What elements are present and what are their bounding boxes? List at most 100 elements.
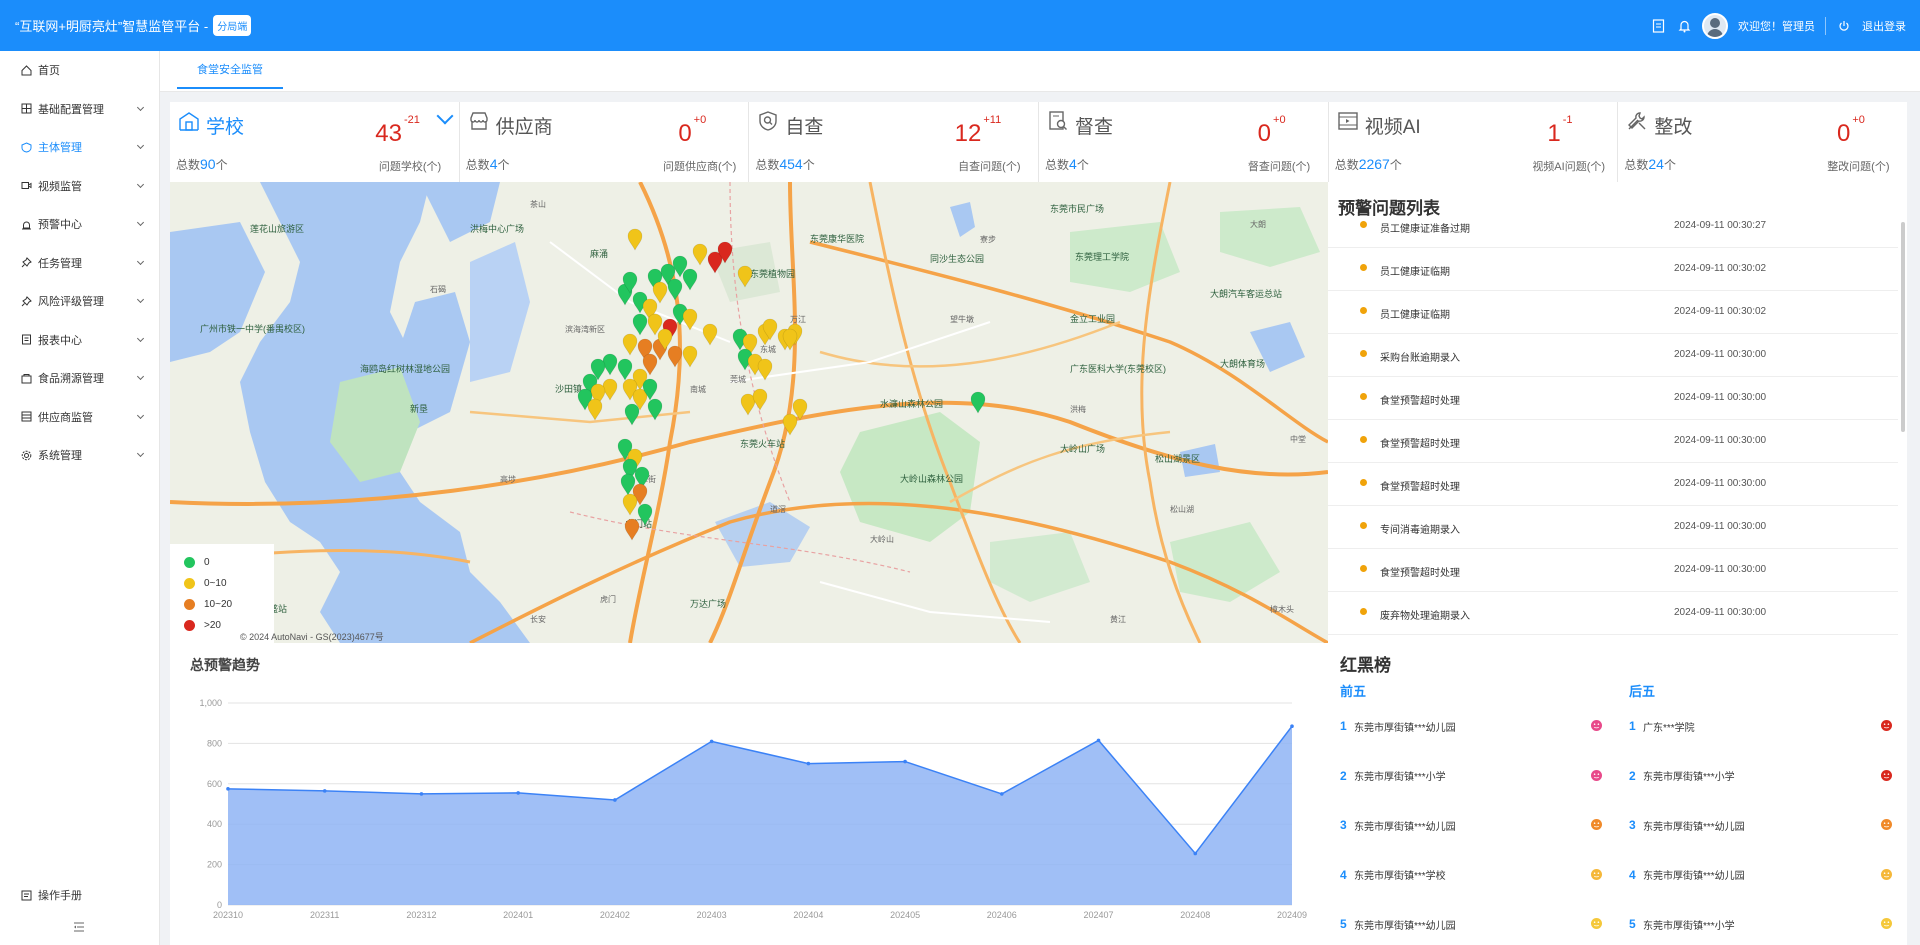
stat-total-unit: 个 xyxy=(1076,158,1089,172)
ranking-row[interactable]: 2 东莞市厚街镇***小学 xyxy=(1340,766,1446,786)
collapse-menu-icon[interactable] xyxy=(73,921,85,935)
trend-point[interactable] xyxy=(1290,724,1294,729)
map-label: 中堂 xyxy=(1290,434,1306,444)
ranking-row[interactable]: 1 东莞市厚街镇***幼儿园 xyxy=(1340,716,1456,736)
scrollbar[interactable] xyxy=(1901,222,1905,432)
warning-dot xyxy=(1360,393,1367,400)
stat-sublabel: 视频AI问题(个) xyxy=(1532,161,1606,173)
welcome-text: 欢迎您！管理员 xyxy=(1738,20,1815,33)
stat-total: 总数24个 xyxy=(1624,156,1676,173)
stat-title: 自查 xyxy=(785,117,824,138)
trend-point[interactable] xyxy=(1096,738,1101,743)
warning-row[interactable]: 员工健康证准备过期 2024-09-11 00:30:27 xyxy=(1328,205,1898,248)
ranking-row[interactable]: 4 东莞市厚街镇***学校 xyxy=(1340,865,1446,885)
trend-point[interactable] xyxy=(1193,851,1198,856)
stat-sublabel: 问题供应商(个) xyxy=(663,161,737,173)
chevron-down-icon xyxy=(136,257,145,265)
chevron-down-icon xyxy=(136,449,145,458)
warning-dot xyxy=(1360,608,1367,615)
warning-row[interactable]: 食堂预警超时处理 2024-09-11 00:30:00 xyxy=(1328,420,1898,463)
tab-canteen-safety[interactable]: 食堂安全监管 xyxy=(177,51,283,89)
stat-total-label: 总数 xyxy=(755,158,780,172)
rank-name: 东莞市厚街镇***幼儿园 xyxy=(1354,722,1456,734)
sidebar-item-5[interactable]: 任务管理 xyxy=(0,244,159,283)
warning-row[interactable]: 采购台账逾期录入 2024-09-11 00:30:00 xyxy=(1328,334,1898,377)
ranking-row[interactable]: 3 东莞市厚街镇***幼儿园 xyxy=(1340,815,1456,835)
warning-row[interactable]: 员工健康证临期 2024-09-11 00:30:02 xyxy=(1328,248,1898,291)
map-label: 高埗 xyxy=(500,474,516,484)
manual-icon xyxy=(20,889,32,901)
stat-card-2[interactable]: 自查 12 +11 总数454个 自查问题(个) xyxy=(749,102,1040,182)
rank-number: 4 xyxy=(1340,867,1347,882)
trend-point[interactable] xyxy=(322,789,327,793)
stat-card-1[interactable]: 供应商 0 +0 总数4个 问题供应商(个) xyxy=(460,102,750,182)
map-label: 黄江 xyxy=(1110,614,1126,624)
chevron-down-icon[interactable] xyxy=(436,107,454,125)
power-icon[interactable] xyxy=(1836,18,1852,34)
ranking-row[interactable]: 4 东莞市厚街镇***幼儿园 xyxy=(1629,865,1745,885)
rank-name: 东莞市厚街镇***幼儿园 xyxy=(1354,821,1456,833)
ranking-row[interactable]: 5 东莞市厚街镇***幼儿园 xyxy=(1340,914,1456,934)
sidebar-item-9[interactable]: 供应商监管 xyxy=(0,398,159,437)
sidebar-item-0[interactable]: 首页 xyxy=(0,51,159,90)
trend-point[interactable] xyxy=(613,798,617,802)
x-tick-label: 202403 xyxy=(697,910,727,920)
trend-point[interactable] xyxy=(226,787,230,791)
sidebar-item-10[interactable]: 系统管理 xyxy=(0,436,159,475)
trend-point[interactable] xyxy=(806,761,811,766)
logout-button[interactable]: 退出登录 xyxy=(1862,18,1906,34)
map-canvas[interactable]: 莲花山旅游区 洪梅中心广场麻涌广州市铁一中学(番禺校区) 海鸥岛红树林湿地公园沙田镇… xyxy=(170,182,1328,643)
stat-total: 总数2267个 xyxy=(1335,156,1402,173)
sidebar-item-8[interactable]: 食品溯源管理 xyxy=(0,359,159,398)
trend-point[interactable] xyxy=(419,792,424,796)
warning-row[interactable]: 食堂预警超时处理 2024-09-11 00:30:00 xyxy=(1328,377,1898,420)
chevron-down-icon xyxy=(136,372,145,381)
warning-text: 食堂预警超时处理 xyxy=(1380,396,1460,407)
face-icon xyxy=(1881,720,1892,731)
stat-card-5[interactable]: 整改 0 +0 总数24个 整改问题(个) xyxy=(1618,102,1907,182)
map-label: 道滘 xyxy=(770,504,786,514)
stat-delta: +0 xyxy=(1852,114,1865,126)
stat-card-3[interactable]: 督查 0 +0 总数4个 督查问题(个) xyxy=(1039,102,1329,182)
warning-row[interactable]: 员工健康证临期 2024-09-11 00:30:02 xyxy=(1328,291,1898,334)
warning-row[interactable]: 专间消毒逾期录入 2024-09-11 00:30:00 xyxy=(1328,506,1898,549)
warning-row[interactable]: 食堂预警超时处理 2024-09-11 00:30:00 xyxy=(1328,549,1898,592)
stat-total-label: 总数 xyxy=(1334,158,1359,172)
ranking-title: 红黑榜 xyxy=(1340,656,1391,675)
sidebar-item-2[interactable]: 主体管理 xyxy=(0,128,159,167)
warning-row[interactable]: 废弃物处理逾期录入 2024-09-11 00:30:00 xyxy=(1328,592,1898,635)
sidebar: 首页 基础配置管理 主体管理 视频监管 预警中心任务管理风险评级管理 报表中心 食品溯源管理… xyxy=(0,51,160,945)
warning-time: 2024-09-11 00:30:00 xyxy=(1674,478,1767,489)
sidebar-item-7[interactable]: 报表中心 xyxy=(0,321,159,360)
stat-card-0[interactable]: 学校 43 -21 总数90个 问题学校(个) xyxy=(170,102,460,182)
sidebar-item-4[interactable]: 预警中心 xyxy=(0,205,159,244)
sidebar-item-1[interactable]: 基础配置管理 xyxy=(0,90,159,129)
rank-number: 5 xyxy=(1629,917,1636,931)
trend-point[interactable] xyxy=(516,791,520,795)
map-panel[interactable]: 莲花山旅游区 洪梅中心广场 麻涌 广州市铁一中学(番禺校区) 海鸥岛红树林湿地公园 沙田镇… xyxy=(170,182,1328,643)
sidebar-item-6[interactable]: 风险评级管理 xyxy=(0,282,159,321)
trend-point[interactable] xyxy=(903,759,907,764)
sidebar-item-label: 任务管理 xyxy=(38,257,82,270)
warning-time: 2024-09-11 00:30:00 xyxy=(1674,435,1767,446)
rank-number: 2 xyxy=(1340,768,1347,783)
trend-point[interactable] xyxy=(1000,792,1004,796)
warning-dot xyxy=(1360,565,1367,572)
rank-number: 2 xyxy=(1629,768,1636,783)
warning-row[interactable]: 食堂预警超时处理 2024-09-11 00:30:00 xyxy=(1328,463,1898,506)
map-label: 广东医科大学(东莞校区) xyxy=(1070,363,1166,374)
trend-point[interactable] xyxy=(709,739,714,744)
ranking-row[interactable]: 3 东莞市厚街镇***幼儿园 xyxy=(1629,815,1745,835)
avatar[interactable] xyxy=(1702,12,1728,39)
sidebar-item-3[interactable]: 视频监管 xyxy=(0,167,159,206)
stat-total-unit: 个 xyxy=(1389,158,1402,172)
ranking-row[interactable]: 5 东莞市厚街镇***小学 xyxy=(1629,914,1735,934)
map-label: 万江 xyxy=(790,315,806,324)
warning-dot xyxy=(1360,436,1367,443)
ranking-row[interactable]: 1 广东***学院 xyxy=(1629,716,1695,736)
stat-card-4[interactable]: 视频AI 1 -1 总数2267个 视频AI问题(个) xyxy=(1329,102,1619,182)
ranking-row[interactable]: 2 东莞市厚街镇***小学 xyxy=(1629,766,1735,786)
bell-icon[interactable] xyxy=(1676,18,1692,34)
manual-link[interactable]: 操作手册 xyxy=(0,876,160,915)
document-icon[interactable] xyxy=(1650,18,1666,34)
